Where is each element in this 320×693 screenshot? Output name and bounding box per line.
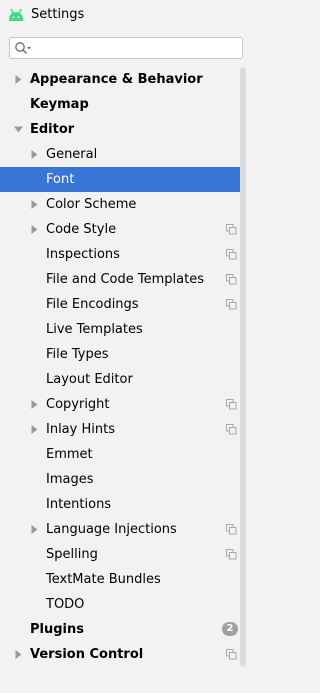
- tree-item-color-scheme[interactable]: Color Scheme: [0, 192, 240, 217]
- tree-item-label: Intentions: [46, 497, 112, 512]
- tree-item-language-injections[interactable]: Language Injections: [0, 517, 240, 542]
- tree-item-label: Appearance & Behavior: [30, 72, 203, 87]
- tree-item-label: TextMate Bundles: [46, 572, 161, 587]
- tree-item-textmate-bundles[interactable]: TextMate Bundles: [0, 567, 240, 592]
- tree-item-label: File Encodings: [46, 297, 139, 312]
- copy-icon: [226, 274, 237, 285]
- copy-icon: [226, 649, 237, 660]
- tree-item-label: Font: [46, 172, 75, 187]
- tree-item-label: Live Templates: [46, 322, 143, 337]
- tree-item-label: File Types: [46, 347, 109, 362]
- updates-badge: 2: [222, 622, 238, 636]
- copy-icon: [226, 299, 237, 310]
- tree-item-intentions[interactable]: Intentions: [0, 492, 240, 517]
- tree-item-label: Color Scheme: [46, 197, 137, 212]
- tree-item-label: TODO: [46, 597, 85, 612]
- triangle-right-icon[interactable]: [14, 650, 23, 659]
- tree-item-inlay-hints[interactable]: Inlay Hints: [0, 417, 240, 442]
- tree-item-plugins[interactable]: Plugins 2: [0, 617, 240, 642]
- tree-item-spelling[interactable]: Spelling: [0, 542, 240, 567]
- tree-item-keymap[interactable]: Keymap: [0, 92, 240, 117]
- settings-search[interactable]: [9, 37, 243, 59]
- tree-scrollbar[interactable]: [240, 67, 246, 693]
- settings-tree: Appearance & Behavior Keymap Editor General…: [0, 67, 240, 693]
- tree-item-copyright[interactable]: Copyright: [0, 392, 240, 417]
- triangle-right-icon[interactable]: [30, 225, 39, 234]
- copy-icon: [226, 399, 237, 410]
- tree-item-label: Plugins: [30, 622, 84, 637]
- tree-item-inspections[interactable]: Inspections: [0, 242, 240, 267]
- copy-icon: [226, 549, 237, 560]
- copy-icon: [226, 524, 237, 535]
- tree-item-todo[interactable]: TODO: [0, 592, 240, 617]
- tree-item-general[interactable]: General: [0, 142, 240, 167]
- tree-item-label: Layout Editor: [46, 372, 133, 387]
- tree-item-label: Editor: [30, 122, 75, 137]
- tree-item-label: Language Injections: [46, 522, 177, 537]
- tree-item-label: General: [46, 147, 98, 162]
- tree-item-label: Copyright: [46, 397, 110, 412]
- triangle-right-icon[interactable]: [30, 525, 39, 534]
- triangle-right-icon[interactable]: [30, 400, 39, 409]
- tree-item-label: Code Style: [46, 222, 117, 237]
- settings-dialog: Settings Appearance & Behavior Keymap Edit…: [0, 0, 246, 693]
- triangle-right-icon[interactable]: [30, 200, 39, 209]
- copy-icon: [226, 224, 237, 235]
- search-input[interactable]: [34, 39, 234, 57]
- tree-item-version-control[interactable]: Version Control: [0, 642, 240, 667]
- tree-item-label: Inlay Hints: [46, 422, 115, 437]
- tree-item-layout-editor[interactable]: Layout Editor: [0, 367, 240, 392]
- tree-item-editor[interactable]: Editor: [0, 117, 240, 142]
- triangle-right-icon[interactable]: [14, 75, 23, 84]
- triangle-right-icon[interactable]: [30, 425, 39, 434]
- copy-icon: [226, 424, 237, 435]
- tree-item-appearance-behavior[interactable]: Appearance & Behavior: [0, 67, 240, 92]
- window-title: Settings: [31, 7, 85, 22]
- tree-item-label: Images: [46, 472, 94, 487]
- triangle-right-icon[interactable]: [30, 150, 39, 159]
- scrollbar-thumb[interactable]: [240, 67, 246, 667]
- tree-item-font[interactable]: Font: [0, 167, 240, 192]
- tree-item-label: Inspections: [46, 247, 120, 262]
- tree-item-file-encodings[interactable]: File Encodings: [0, 292, 240, 317]
- tree-item-file-types[interactable]: File Types: [0, 342, 240, 367]
- triangle-down-icon[interactable]: [14, 125, 23, 134]
- tree-item-emmet[interactable]: Emmet: [0, 442, 240, 467]
- copy-icon: [226, 249, 237, 260]
- tree-item-label: Keymap: [30, 97, 89, 112]
- tree-item-label: File and Code Templates: [46, 272, 204, 287]
- tree-item-code-style[interactable]: Code Style: [0, 217, 240, 242]
- android-icon: [9, 8, 23, 21]
- tree-item-label: Emmet: [46, 447, 93, 462]
- tree-item-images[interactable]: Images: [0, 467, 240, 492]
- tree-item-label: Version Control: [30, 647, 144, 662]
- search-icon[interactable]: [14, 41, 32, 56]
- tree-item-file-and-code-templates[interactable]: File and Code Templates: [0, 267, 240, 292]
- tree-item-live-templates[interactable]: Live Templates: [0, 317, 240, 342]
- tree-item-label: Spelling: [46, 547, 98, 562]
- title-bar: Settings: [0, 0, 246, 32]
